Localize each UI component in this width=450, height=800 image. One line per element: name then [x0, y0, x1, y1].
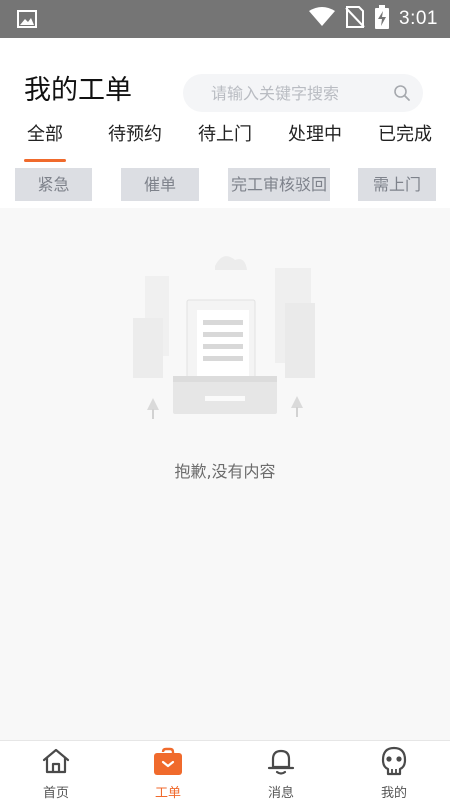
- empty-state-message: 抱歉,没有内容: [174, 462, 276, 481]
- active-tab-indicator: [24, 159, 66, 162]
- header: 我的工单: [0, 38, 450, 122]
- tab-pending-visit[interactable]: 待上门: [194, 122, 256, 164]
- tab-completed[interactable]: 已完成: [374, 122, 436, 164]
- nav-mine[interactable]: 我的: [338, 741, 450, 800]
- filter-bar: 紧急 催单 完工审核驳回 需上门: [0, 164, 450, 208]
- nav-label: 首页: [42, 786, 69, 800]
- empty-document-illustration: [133, 256, 315, 419]
- battery-charging-icon: [375, 5, 390, 33]
- bottom-nav: 首页 工单 消息 我的: [0, 740, 450, 800]
- filter-reminder[interactable]: 催单: [121, 168, 199, 201]
- filter-need-visit[interactable]: 需上门: [358, 168, 436, 201]
- tab-label: 已完成: [378, 124, 432, 145]
- nav-messages[interactable]: 消息: [225, 741, 337, 800]
- home-icon: [42, 748, 70, 774]
- tab-label: 全部: [27, 124, 63, 145]
- tab-pending-appointment[interactable]: 待预约: [104, 122, 166, 164]
- tab-label: 处理中: [288, 124, 342, 145]
- no-signal-icon: [345, 6, 365, 32]
- nav-home[interactable]: 首页: [0, 741, 112, 800]
- tab-all[interactable]: 全部: [24, 122, 66, 164]
- status-time: 3:01: [399, 8, 438, 29]
- search-input[interactable]: [183, 74, 383, 112]
- search-icon[interactable]: [393, 84, 411, 102]
- tab-label: 待上门: [198, 124, 252, 145]
- order-list-area[interactable]: 抱歉,没有内容: [0, 208, 450, 740]
- nav-work-orders[interactable]: 工单: [112, 741, 224, 800]
- profile-icon: [381, 746, 407, 776]
- page-title: 我的工单: [24, 75, 132, 106]
- search-box[interactable]: [183, 74, 423, 112]
- tab-processing[interactable]: 处理中: [284, 122, 346, 164]
- tab-label: 待预约: [108, 124, 162, 145]
- filter-review-rejected[interactable]: 完工审核驳回: [228, 168, 330, 201]
- gallery-notification-icon: [17, 10, 37, 32]
- bell-icon: [267, 749, 295, 775]
- status-bar: 3:01: [0, 0, 450, 38]
- filter-urgent[interactable]: 紧急: [15, 168, 92, 201]
- nav-label: 我的: [380, 786, 407, 800]
- status-tabs: 全部 待预约 待上门 处理中 已完成: [0, 122, 450, 164]
- nav-label: 工单: [154, 786, 181, 800]
- briefcase-icon: [154, 747, 182, 775]
- wifi-icon: [309, 7, 336, 31]
- nav-label: 消息: [267, 786, 294, 800]
